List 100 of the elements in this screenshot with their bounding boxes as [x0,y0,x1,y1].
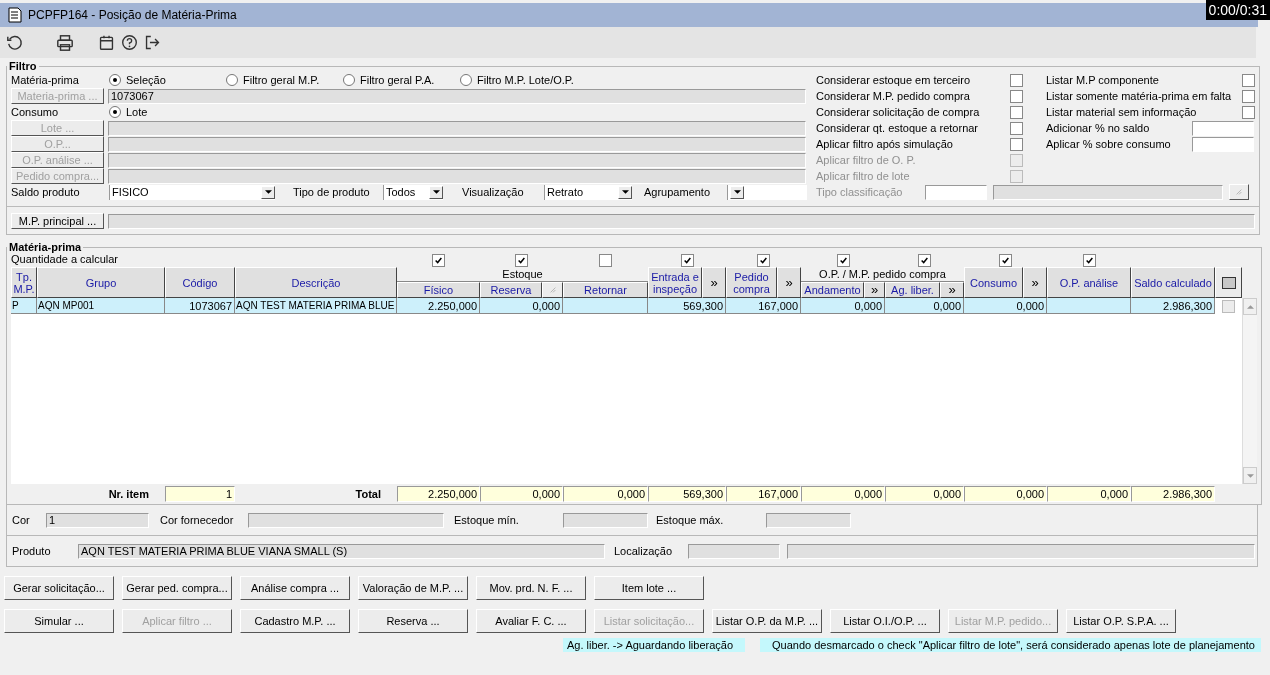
calendar-icon[interactable] [98,34,115,51]
checkbox[interactable] [1010,137,1023,151]
action-button[interactable]: Simular ... [4,609,114,633]
checkbox[interactable] [1222,299,1235,313]
column-header[interactable]: Grupo [37,267,165,298]
column-header[interactable]: Consumo [964,267,1023,298]
column-header[interactable]: Entrada e inspeção [648,267,702,298]
input-field[interactable] [925,184,987,200]
radio-button[interactable] [460,74,472,86]
expand-button[interactable]: » [940,282,964,298]
exit-icon[interactable] [144,34,161,51]
table-cell: 167,000 [726,298,801,314]
radio-button[interactable] [109,106,121,118]
option-label: Listar somente matéria-prima em falta [1046,90,1233,102]
column-header[interactable]: Retornar [563,282,648,298]
square-icon [1221,276,1236,289]
document-icon [8,7,22,23]
column-header[interactable]: Saldo calculado [1131,267,1215,298]
action-button[interactable]: Análise compra ... [240,576,350,600]
checkbox[interactable] [1242,105,1255,119]
column-header[interactable]: Físico [397,282,480,298]
scroll-up-button[interactable] [1243,298,1257,315]
radio-button[interactable] [343,74,355,86]
checkbox[interactable] [918,253,931,267]
column-header[interactable]: Reserva [480,282,542,298]
action-button[interactable]: Cadastro M.P. ... [240,609,350,633]
input-field[interactable] [108,120,806,136]
checkbox[interactable] [432,253,445,267]
action-button[interactable]: Mov. prd. N. F. ... [476,576,586,600]
column-header[interactable]: Andamento [801,282,864,298]
total-cell: 0,000 [1047,486,1131,502]
input-field[interactable] [1192,136,1254,152]
input-field[interactable] [1192,120,1254,136]
action-button[interactable]: Item lote ... [594,576,704,600]
print-icon[interactable] [56,33,74,52]
column-header[interactable]: O.P. análise [1047,267,1131,298]
input-field[interactable] [108,152,806,168]
column-header[interactable]: Pedido compra [726,267,777,298]
dropdown[interactable]: FISICO [109,184,275,200]
radio-button[interactable] [226,74,238,86]
field-label: Estoque máx. [656,514,725,526]
checkbox[interactable] [1010,121,1023,135]
dropdown[interactable]: Retrato [544,184,632,200]
dropdown[interactable] [727,184,807,200]
checkbox[interactable] [1082,253,1096,267]
field-label: Cor [12,514,31,526]
total-cell: 0,000 [885,486,964,502]
input-field[interactable] [108,213,1255,229]
help-icon[interactable] [121,34,138,51]
checkbox[interactable] [757,253,770,267]
action-button[interactable]: Valoração de M.P. ... [358,576,468,600]
input-field[interactable] [108,136,806,152]
option-label: Listar M.P componente [1046,74,1160,86]
option-label: Considerar M.P. pedido compra [816,90,971,102]
expand-button[interactable]: » [702,267,726,298]
checkbox[interactable] [999,253,1012,267]
info-note: Quando desmarcado o check "Aplicar filtro de lote", será considerado apenas lote de planejamento [760,638,1261,652]
input-field[interactable] [108,168,806,184]
checkbox[interactable] [1242,89,1255,103]
checkbox[interactable] [680,253,694,267]
table-cell: P [11,298,37,314]
action-button[interactable]: Gerar solicitação... [4,576,114,600]
checkbox[interactable] [1010,73,1023,87]
action-button[interactable]: Listar O.P. S.P.A. ... [1066,609,1176,633]
up-arrow-icon [1246,304,1254,309]
scroll-down-button[interactable] [1243,467,1257,484]
action-button[interactable]: Avaliar F. C. ... [476,609,586,633]
expand-button[interactable]: » [1023,267,1047,298]
column-header[interactable]: Ag. liber. [885,282,940,298]
checkbox[interactable] [1242,73,1255,87]
checkbox[interactable] [1010,89,1023,103]
action-button[interactable]: Gerar ped. compra... [122,576,232,600]
total-cell: 0,000 [801,486,885,502]
sort-button[interactable] [542,282,563,298]
table-cell: 2.986,300 [1131,298,1215,314]
checkbox[interactable] [515,253,528,267]
select-all-button[interactable] [1215,267,1242,298]
column-header[interactable]: Tp. M.P. [11,267,37,298]
checkmark-icon [838,255,848,265]
field-label: Adicionar % no saldo [1046,122,1151,134]
dropdown[interactable]: Todos [383,184,443,200]
refresh-icon[interactable] [6,33,24,52]
search-button[interactable] [1229,184,1249,200]
checkbox[interactable] [1010,105,1023,119]
checkbox[interactable] [599,253,612,267]
scrollbar[interactable] [1242,298,1257,484]
expand-button[interactable]: » [777,267,801,298]
option-label: Listar material sem informação [1046,106,1198,118]
checkbox[interactable] [836,253,850,267]
radio-button[interactable] [109,74,121,86]
column-header[interactable]: Descrição [235,267,397,298]
checkmark-icon [434,255,443,265]
grip-icon [548,286,557,294]
expand-button[interactable]: » [864,282,885,298]
action-button[interactable]: Listar O.P. da M.P. ... [712,609,822,633]
column-header[interactable]: Código [165,267,235,298]
lookup-button[interactable]: M.P. principal ... [11,213,104,229]
radio-label: Filtro geral M.P. [243,74,320,86]
action-button[interactable]: Reserva ... [358,609,468,633]
action-button[interactable]: Listar O.I./O.P. ... [830,609,940,633]
